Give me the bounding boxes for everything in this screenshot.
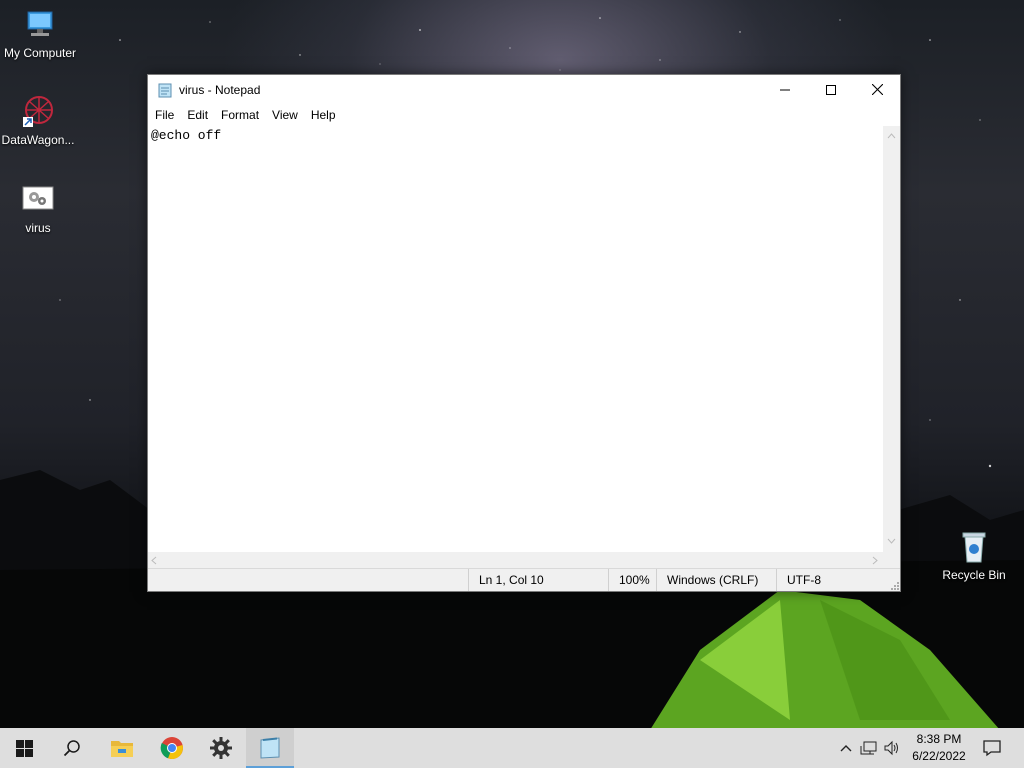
batch-file-icon [21, 183, 55, 217]
desktop-icon-virus[interactable]: virus [0, 183, 78, 235]
menu-help[interactable]: Help [305, 104, 342, 126]
menu-edit[interactable]: Edit [181, 104, 214, 126]
encoding: UTF-8 [776, 569, 884, 591]
vertical-scrollbar[interactable] [883, 126, 900, 552]
file-explorer-icon [111, 741, 133, 757]
scroll-arrows-icon [887, 133, 896, 544]
desktop-icon-label: Recycle Bin [942, 568, 1006, 582]
clock-date: 6/22/2022 [912, 749, 966, 763]
taskbar-notepad[interactable] [246, 728, 294, 768]
chrome-icon [160, 737, 183, 760]
action-center-button[interactable] [968, 728, 1016, 768]
system-tray [838, 728, 901, 768]
scrollbar-corner [883, 552, 900, 569]
text-editor[interactable]: @echo off [148, 126, 883, 552]
title-bar[interactable]: virus - Notepad [148, 75, 900, 104]
notepad-icon [260, 737, 280, 759]
minimize-button[interactable] [762, 75, 808, 104]
settings-icon [210, 737, 232, 759]
desktop-icon-datawagon[interactable]: DataWagon... [0, 95, 78, 147]
menu-bar: File Edit Format View Help [148, 104, 900, 126]
recycle-bin-icon [957, 530, 991, 564]
taskbar-settings[interactable] [197, 728, 245, 768]
network-icon[interactable] [860, 740, 878, 756]
desktop-icon-my-computer[interactable]: My Computer [0, 8, 80, 60]
scroll-arrows-icon [151, 556, 878, 565]
desktop-icon-label: virus [25, 221, 51, 235]
start-icon [15, 739, 33, 757]
zoom-level: 100% [608, 569, 658, 591]
chevron-up-icon[interactable] [838, 740, 854, 756]
maximize-button[interactable] [808, 75, 854, 104]
taskbar-file-explorer[interactable] [98, 728, 146, 768]
resize-grip-icon[interactable] [889, 580, 899, 590]
search-button[interactable] [48, 728, 96, 768]
close-button[interactable] [854, 75, 900, 104]
menu-format[interactable]: Format [215, 104, 265, 126]
notification-icon [983, 740, 1001, 757]
maximize-icon [826, 84, 836, 95]
menu-view[interactable]: View [266, 104, 304, 126]
desktop-icon-recycle-bin[interactable]: Recycle Bin [934, 530, 1014, 582]
close-icon [871, 84, 883, 95]
notepad-icon [158, 83, 172, 97]
desktop-icon-label: DataWagon... [1, 133, 75, 147]
line-ending: Windows (CRLF) [656, 569, 776, 591]
status-bar: Ln 1, Col 10 100% Windows (CRLF) UTF-8 [148, 568, 900, 591]
datawagon-shortcut-icon [21, 95, 55, 129]
taskbar-clock[interactable]: 8:38 PM 6/22/2022 [906, 731, 972, 765]
volume-icon[interactable] [883, 740, 901, 756]
horizontal-scrollbar[interactable] [148, 552, 883, 569]
menu-file[interactable]: File [149, 104, 180, 126]
cursor-position: Ln 1, Col 10 [468, 569, 608, 591]
clock-time: 8:38 PM [916, 732, 962, 746]
window-title: virus - Notepad [179, 82, 261, 97]
computer-icon [23, 8, 57, 42]
taskbar-chrome[interactable] [148, 728, 196, 768]
minimize-icon [780, 89, 790, 90]
notepad-window[interactable]: virus - Notepad File Edit Format View He… [147, 74, 901, 592]
search-icon [63, 740, 80, 757]
taskbar: 8:38 PM 6/22/2022 [0, 728, 1024, 768]
start-button[interactable] [0, 728, 48, 768]
desktop-icon-label: My Computer [3, 46, 77, 60]
